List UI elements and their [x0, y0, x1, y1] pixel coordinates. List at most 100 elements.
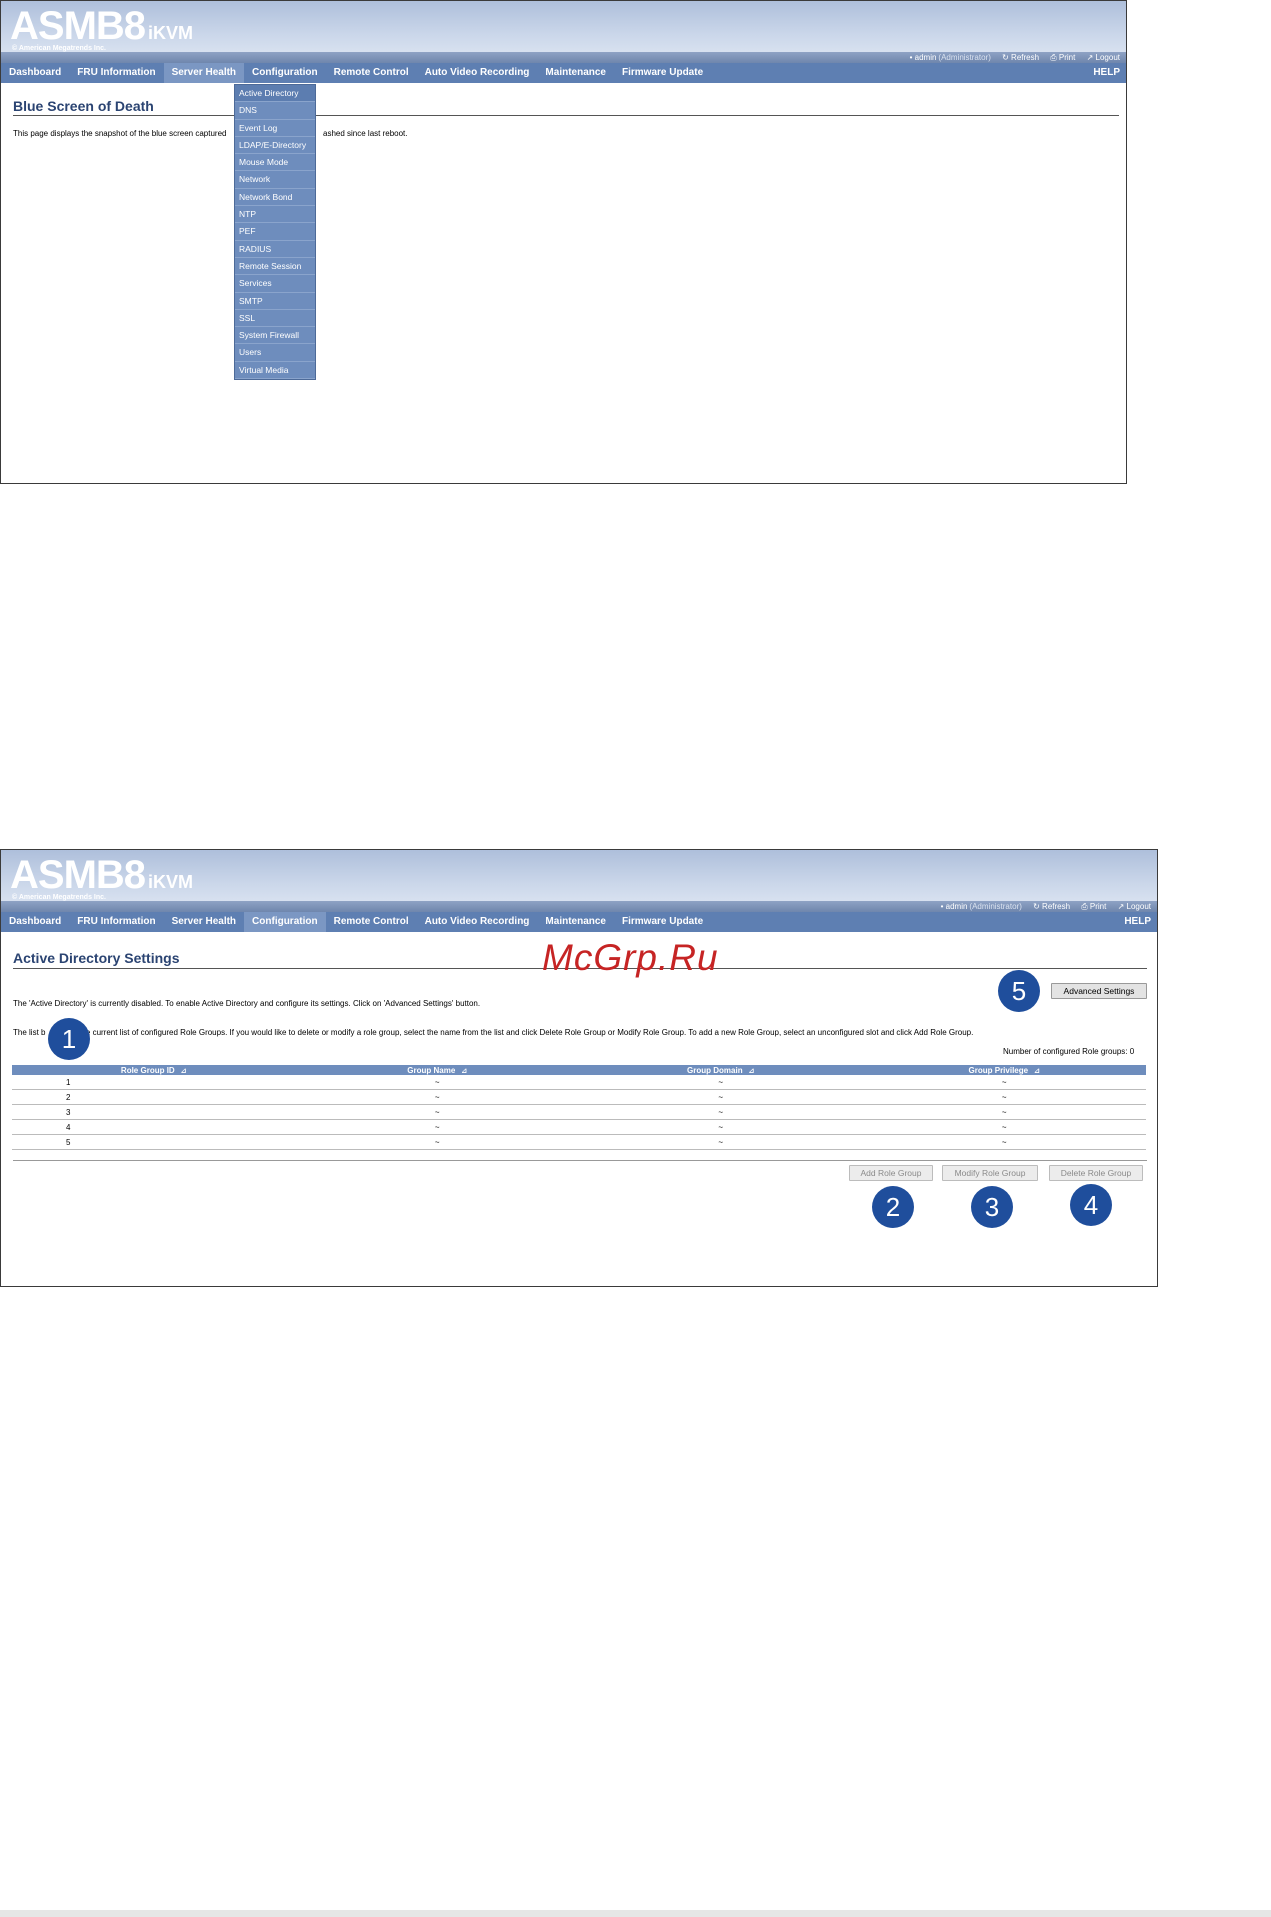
logout-link[interactable]: ↗ Logout: [1118, 902, 1151, 911]
menu-item-event-log[interactable]: Event Log: [235, 120, 315, 137]
logo-copyright: © American Megatrends Inc.: [12, 894, 106, 901]
header-banner: ASMB8 iKVM © American Megatrends Inc. • a…: [1, 850, 1157, 912]
status-message: The 'Active Directory' is currently disa…: [13, 999, 481, 1008]
cell-role-group-id: 2: [12, 1089, 296, 1105]
callout-marker-5: 5: [998, 970, 1040, 1012]
nav-dashboard[interactable]: Dashboard: [1, 912, 69, 932]
cell-group-domain: ~: [579, 1134, 863, 1150]
menu-item-active-directory[interactable]: Active Directory: [235, 85, 315, 103]
cell-group-name: ~: [295, 1104, 579, 1120]
user-name: • admin: [909, 53, 937, 62]
menu-item-ntp[interactable]: NTP: [235, 206, 315, 224]
column-header-role-group-id[interactable]: Role Group ID ⊿: [12, 1065, 296, 1075]
cell-group-domain: ~: [579, 1089, 863, 1105]
modify-role-group-button[interactable]: Modify Role Group: [942, 1165, 1038, 1181]
cell-group-domain: ~: [579, 1075, 863, 1090]
role-group-count: Number of configured Role groups: 0: [1003, 1047, 1135, 1056]
cell-role-group-id: 4: [12, 1119, 296, 1135]
nav-firmware-update[interactable]: Firmware Update: [614, 63, 711, 83]
table-row[interactable]: 1 ~ ~ ~: [12, 1075, 1146, 1090]
user-role: (Administrator): [938, 53, 991, 62]
add-role-group-button[interactable]: Add Role Group: [849, 1165, 933, 1181]
nav-auto-video-recording[interactable]: Auto Video Recording: [417, 912, 538, 932]
page-description-right: ashed since last reboot.: [323, 129, 408, 138]
configuration-dropdown-menu: Active Directory DNS Event Log LDAP/E-Di…: [234, 84, 316, 381]
page-title: Active Directory Settings: [13, 950, 180, 966]
cell-group-privilege: ~: [862, 1119, 1146, 1135]
cell-group-domain: ~: [579, 1119, 863, 1135]
cell-role-group-id: 3: [12, 1104, 296, 1120]
user-name: • admin: [940, 902, 968, 911]
cell-group-privilege: ~: [862, 1075, 1146, 1090]
column-header-group-name[interactable]: Group Name ⊿: [295, 1065, 579, 1075]
nav-fru-information[interactable]: FRU Information: [69, 912, 163, 932]
cell-role-group-id: 1: [12, 1075, 296, 1090]
print-link[interactable]: ⎙ Print: [1050, 53, 1075, 62]
table-bottom-divider: [13, 1160, 1147, 1161]
callout-marker-2: 2: [872, 1186, 914, 1228]
cell-group-domain: ~: [579, 1104, 863, 1120]
refresh-link[interactable]: ↻ Refresh: [1002, 53, 1039, 62]
nav-maintenance[interactable]: Maintenance: [537, 63, 614, 83]
print-link[interactable]: ⎙ Print: [1081, 902, 1106, 911]
cell-group-privilege: ~: [862, 1134, 1146, 1150]
menu-item-mouse-mode[interactable]: Mouse Mode: [235, 154, 315, 172]
table-row[interactable]: 3 ~ ~ ~: [12, 1104, 1146, 1120]
nav-server-health[interactable]: Server Health: [164, 912, 244, 932]
main-nav: Dashboard FRU Information Server Health …: [1, 63, 1126, 83]
nav-configuration[interactable]: Configuration: [244, 63, 326, 83]
cell-group-name: ~: [295, 1075, 579, 1090]
nav-firmware-update[interactable]: Firmware Update: [614, 912, 711, 932]
user-bar: • admin (Administrator) ↻ Refresh ⎙ Print…: [1, 52, 1126, 63]
table-row[interactable]: 4 ~ ~ ~: [12, 1119, 1146, 1135]
table-row[interactable]: 2 ~ ~ ~: [12, 1089, 1146, 1105]
help-link[interactable]: HELP: [1116, 912, 1157, 932]
nav-remote-control[interactable]: Remote Control: [326, 912, 417, 932]
callout-marker-3: 3: [971, 1186, 1013, 1228]
help-link[interactable]: HELP: [1085, 63, 1126, 83]
menu-item-ssl[interactable]: SSL: [235, 310, 315, 328]
header-banner: ASMB8 iKVM © American Megatrends Inc. • a…: [1, 1, 1126, 63]
nav-configuration[interactable]: Configuration: [244, 912, 326, 932]
menu-item-services[interactable]: Services: [235, 275, 315, 293]
list-description-left: The list b: [13, 1028, 46, 1037]
menu-item-ldap[interactable]: LDAP/E-Directory: [235, 137, 315, 155]
refresh-link[interactable]: ↻ Refresh: [1033, 902, 1070, 911]
menu-item-virtual-media[interactable]: Virtual Media: [235, 362, 315, 380]
nav-remote-control[interactable]: Remote Control: [326, 63, 417, 83]
nav-server-health[interactable]: Server Health: [163, 63, 245, 83]
menu-item-system-firewall[interactable]: System Firewall: [235, 327, 315, 345]
menu-item-users[interactable]: Users: [235, 344, 315, 362]
menu-item-smtp[interactable]: SMTP: [235, 293, 315, 310]
title-divider: [13, 115, 1119, 116]
user-bar: • admin (Administrator) ↻ Refresh ⎙ Print…: [1, 901, 1157, 912]
logo-copyright: © American Megatrends Inc.: [12, 45, 106, 52]
role-group-table: Role Group ID ⊿ Group Name ⊿ Group Domain ⊿…: [12, 1065, 1146, 1150]
callout-marker-4: 4: [1070, 1184, 1112, 1226]
menu-item-network[interactable]: Network: [235, 171, 315, 189]
nav-fru-information[interactable]: FRU Information: [69, 63, 163, 83]
page-description-left: This page displays the snapshot of the b…: [13, 129, 227, 138]
table-row[interactable]: 5 ~ ~ ~: [12, 1134, 1146, 1150]
nav-dashboard[interactable]: Dashboard: [1, 63, 69, 83]
screenshot-blue-screen-of-death: ASMB8 iKVM © American Megatrends Inc. • a…: [0, 0, 1127, 484]
cell-group-privilege: ~: [862, 1104, 1146, 1120]
logout-link[interactable]: ↗ Logout: [1087, 53, 1120, 62]
advanced-settings-button[interactable]: Advanced Settings: [1051, 983, 1147, 999]
menu-item-remote-session[interactable]: Remote Session: [235, 258, 315, 276]
menu-item-dns[interactable]: DNS: [235, 102, 315, 120]
cell-group-name: ~: [295, 1134, 579, 1150]
list-description-right: s the current list of configured Role Gr…: [73, 1028, 974, 1037]
column-header-group-domain[interactable]: Group Domain ⊿: [579, 1065, 863, 1075]
menu-item-radius[interactable]: RADIUS: [235, 241, 315, 258]
table-header-row: Role Group ID ⊿ Group Name ⊿ Group Domain ⊿…: [12, 1065, 1146, 1075]
watermark: McGrp.Ru: [542, 937, 719, 978]
delete-role-group-button[interactable]: Delete Role Group: [1049, 1165, 1143, 1181]
menu-item-network-bond[interactable]: Network Bond: [235, 189, 315, 207]
nav-auto-video-recording[interactable]: Auto Video Recording: [417, 63, 538, 83]
menu-item-pef[interactable]: PEF: [235, 223, 315, 241]
cell-group-name: ~: [295, 1089, 579, 1105]
nav-maintenance[interactable]: Maintenance: [537, 912, 614, 932]
column-header-group-privilege[interactable]: Group Privilege ⊿: [862, 1065, 1146, 1075]
footer-strip: [0, 1910, 1271, 1917]
